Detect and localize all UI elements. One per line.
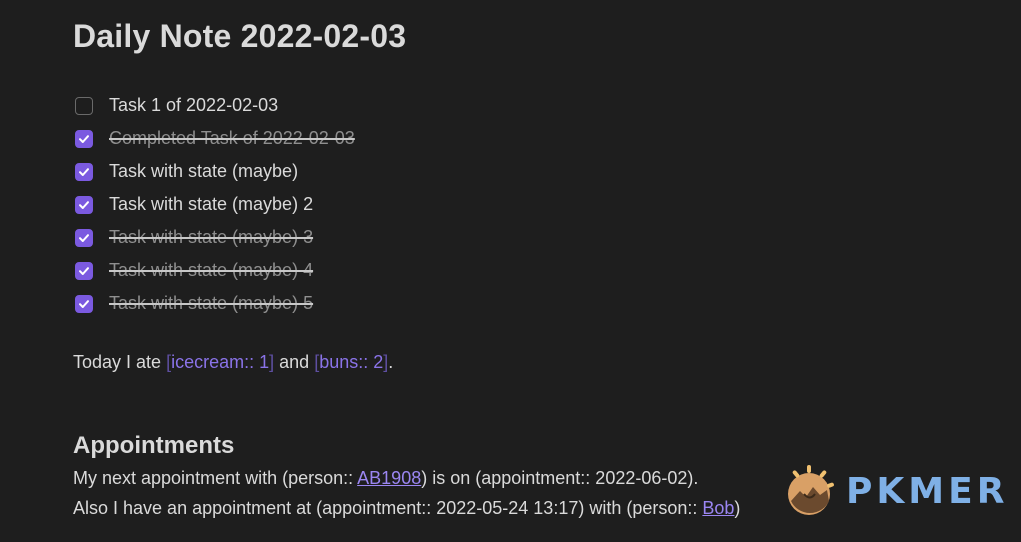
task-checkbox-checked[interactable] bbox=[75, 162, 93, 181]
checkmark-icon bbox=[79, 167, 89, 176]
task-list: Task 1 of 2022-02-03 Completed Task of 20… bbox=[73, 89, 355, 320]
pkmer-logo-icon bbox=[788, 465, 834, 515]
task-label: Completed Task of 2022-02-03 bbox=[109, 128, 355, 148]
appointment-line-1: My next appointment with (person:: AB190… bbox=[73, 468, 698, 489]
pkmer-logo-text: PKMER bbox=[846, 470, 1009, 512]
food-suffix: . bbox=[388, 352, 394, 372]
task-item: Task with state (maybe) bbox=[73, 155, 355, 188]
checkmark-icon bbox=[79, 200, 89, 209]
food-paragraph: Today I ate [icecream:: 1] and [buns:: 2… bbox=[73, 352, 393, 373]
note-page: Daily Note 2022-02-03 Task 1 of 2022-02-… bbox=[0, 0, 1021, 542]
task-label: Task with state (maybe) 4 bbox=[109, 260, 314, 280]
appointment-line-1-prefix: My next appointment with (person:: bbox=[73, 468, 358, 488]
task-item: Completed Task of 2022-02-03 bbox=[73, 122, 355, 155]
appointment-line-2-prefix: Also I have an appointment at (appointme… bbox=[73, 498, 703, 518]
food-prefix: Today I ate bbox=[73, 352, 167, 372]
checkmark-icon bbox=[79, 134, 89, 143]
task-item: Task with state (maybe) 5 bbox=[73, 287, 355, 320]
appointments-heading: Appointments bbox=[73, 432, 235, 459]
task-item: Task with state (maybe) 2 bbox=[73, 188, 355, 221]
appointment-line-1-suffix: ) is on (appointment:: 2022-06-02). bbox=[421, 468, 699, 488]
inline-field-buns: buns:: 2 bbox=[319, 352, 384, 372]
person-link-ab1908[interactable]: AB1908 bbox=[357, 468, 421, 488]
checkmark-icon bbox=[79, 266, 89, 275]
pkmer-watermark: PKMER bbox=[782, 458, 1007, 524]
food-middle: and bbox=[274, 352, 315, 372]
task-checkbox-checked[interactable] bbox=[75, 294, 93, 313]
note-title: Daily Note 2022-02-03 bbox=[73, 18, 407, 54]
task-label: Task with state (maybe) 3 bbox=[109, 227, 314, 247]
appointment-line-2: Also I have an appointment at (appointme… bbox=[73, 498, 740, 519]
person-link-bob[interactable]: Bob bbox=[702, 498, 734, 518]
task-checkbox-checked[interactable] bbox=[75, 129, 93, 148]
task-label: Task 1 of 2022-02-03 bbox=[109, 95, 279, 115]
task-checkbox-checked[interactable] bbox=[75, 261, 93, 280]
inline-field-icecream: icecream:: 1 bbox=[171, 352, 270, 372]
task-checkbox-unchecked[interactable] bbox=[75, 96, 93, 115]
task-label: Task with state (maybe) bbox=[109, 161, 299, 181]
task-label: Task with state (maybe) 5 bbox=[109, 293, 314, 313]
task-item: Task 1 of 2022-02-03 bbox=[73, 89, 355, 122]
checkmark-icon bbox=[79, 299, 89, 308]
task-checkbox-checked[interactable] bbox=[75, 195, 93, 214]
task-checkbox-checked[interactable] bbox=[75, 228, 93, 247]
checkmark-icon bbox=[79, 233, 89, 242]
task-label: Task with state (maybe) 2 bbox=[109, 194, 314, 214]
task-item: Task with state (maybe) 3 bbox=[73, 221, 355, 254]
task-item: Task with state (maybe) 4 bbox=[73, 254, 355, 287]
appointment-line-2-suffix: ) bbox=[734, 498, 741, 518]
